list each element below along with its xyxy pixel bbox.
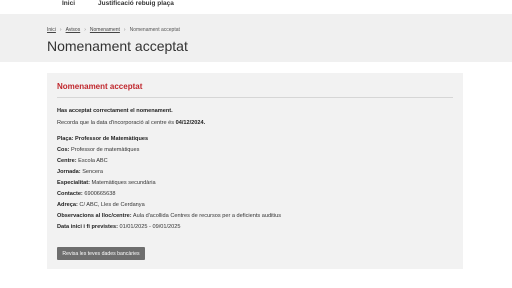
breadcrumb: Inici › Avisos › Nomenament › Nomenament accep…	[47, 27, 180, 33]
field-value: Sencera	[82, 169, 104, 175]
reminder-message: Recorda que la data d'incorporació al ce…	[57, 120, 205, 126]
field-label: Observacions al lloc/centre:	[57, 213, 132, 219]
breadcrumb-current: Nomenament acceptat	[129, 27, 180, 33]
field-label: Especialitat:	[57, 180, 90, 186]
field-label: Cos:	[57, 147, 70, 153]
breadcrumb-avisos[interactable]: Avisos	[66, 27, 81, 33]
field-label: Data inici i fi previstes:	[57, 224, 118, 230]
card-title: Nomenament acceptat	[57, 82, 143, 91]
field-value: Professor de matemàtiques	[71, 147, 140, 153]
reminder-text: Recorda que la data d'incorporació al ce…	[57, 120, 176, 126]
field-value: C/ ABC, Lles de Cerdanya	[79, 202, 145, 208]
card-divider	[57, 97, 453, 98]
field-value: Aula d'acollida Centres de recursos per …	[132, 213, 282, 219]
field-adreca: Adreça: C/ ABC, Lles de Cerdanya	[57, 202, 145, 208]
confirmation-text: Has acceptat correctament el nomenament.	[57, 108, 173, 114]
nomenament-card: Nomenament acceptat Has acceptat correct…	[47, 73, 463, 269]
reminder-date: 04/12/2024.	[175, 120, 206, 126]
field-especialitat: Especialitat: Matemàtiques secundària	[57, 180, 156, 186]
field-value: Professor de Matemàtiques	[75, 136, 149, 142]
field-label: Plaça:	[57, 136, 74, 142]
chevron-right-icon: ›	[123, 27, 126, 33]
page-title: Nomenament acceptat	[47, 38, 188, 54]
chevron-right-icon: ›	[59, 27, 62, 33]
field-value: 6900665638	[84, 191, 116, 197]
field-value: Matemàtiques secundària	[91, 180, 156, 186]
field-centre: Centre: Escola ABC	[57, 158, 108, 164]
chevron-right-icon: ›	[84, 27, 86, 33]
field-cos: Cos: Professor de matemàtiques	[57, 147, 139, 153]
field-label: Centre:	[57, 158, 77, 164]
nav-current-item[interactable]: Justificació rebuig plaça	[98, 0, 174, 7]
field-observacions: Observacions al lloc/centre: Aula d'acol…	[57, 213, 281, 219]
field-value: 01/01/2025 - 09/01/2025	[119, 224, 181, 230]
field-placa: Plaça: Professor de Matemàtiques	[57, 136, 148, 142]
field-contacte: Contacte: 6900665638	[57, 191, 115, 197]
field-label: Contacte:	[57, 191, 83, 197]
breadcrumb-nomenament[interactable]: Nomenament	[90, 27, 120, 33]
field-dates: Data inici i fi previstes: 01/01/2025 - …	[57, 224, 180, 230]
field-jornada: Jornada: Sencera	[57, 169, 103, 175]
confirmation-message: Has acceptat correctament el nomenament.	[57, 108, 173, 114]
field-label: Jornada:	[57, 169, 81, 175]
nav-home-link[interactable]: Inici	[62, 0, 75, 7]
breadcrumb-inici[interactable]: Inici	[47, 27, 56, 33]
review-bank-details-button[interactable]: Revisa les teves dades bancàries	[57, 247, 145, 260]
field-value: Escola ABC	[78, 158, 108, 164]
top-navigation: Inici Justificació rebuig plaça	[0, 0, 512, 14]
field-label: Adreça:	[57, 202, 78, 208]
